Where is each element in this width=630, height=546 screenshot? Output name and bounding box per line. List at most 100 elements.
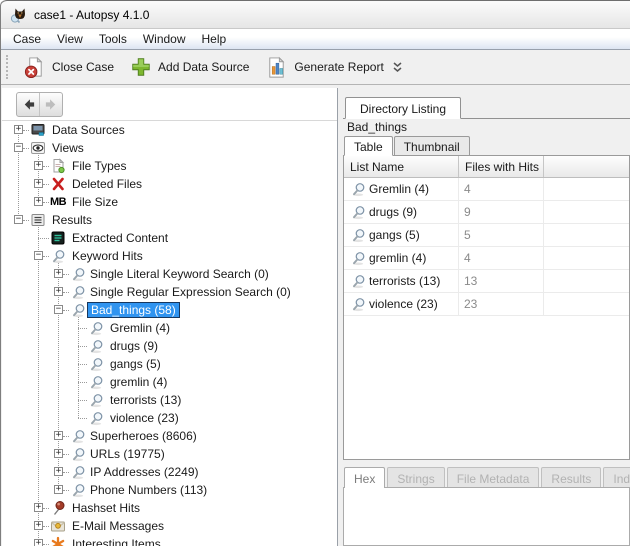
expand-plus-toggle[interactable]: + <box>34 161 43 170</box>
collapse-minus-toggle[interactable]: − <box>14 143 23 152</box>
tab-thumbnail[interactable]: Thumbnail <box>394 136 470 155</box>
collapse-minus-toggle[interactable]: − <box>34 251 43 260</box>
tree-item-hashset-hits[interactable]: +Hashset Hits <box>2 499 337 517</box>
menu-window[interactable]: Window <box>135 30 194 48</box>
result-path-label: Bad_things <box>343 119 630 135</box>
title-bar: case1 - Autopsy 4.1.0 <box>1 0 630 29</box>
tree-guide-line <box>78 328 87 329</box>
tree-item-urls-19775[interactable]: +URLs (19775) <box>2 445 337 463</box>
tree-guide-line <box>43 544 49 545</box>
collapse-minus-toggle[interactable]: − <box>54 305 63 314</box>
tree-item-file-size[interactable]: +MBFile Size <box>2 193 337 211</box>
search-icon <box>88 392 104 408</box>
tab-directory-listing[interactable]: Directory Listing <box>345 97 461 119</box>
expand-plus-toggle[interactable]: + <box>34 197 43 206</box>
search-icon <box>351 274 366 289</box>
tree-item-interesting-items[interactable]: + Interesting Items <box>2 535 337 546</box>
deleted-files-icon <box>50 176 66 192</box>
tree-guide-line <box>63 490 69 491</box>
tree-item-bad-things-58[interactable]: −Bad_things (58) <box>2 301 337 319</box>
tree-item-results[interactable]: −Results <box>2 211 337 229</box>
column-header-list-name[interactable]: List Name <box>344 156 459 177</box>
view-tab-strip: Table Thumbnail <box>343 135 630 156</box>
tree-item-label: gangs (5) <box>110 357 161 371</box>
tree-item-ip-addresses-2249[interactable]: +IP Addresses (2249) <box>2 463 337 481</box>
menu-view[interactable]: View <box>49 30 91 48</box>
result-panel: Directory Listing Bad_things Table Thumb… <box>343 88 630 546</box>
menu-tools[interactable]: Tools <box>91 30 135 48</box>
expand-plus-toggle[interactable]: + <box>54 431 63 440</box>
column-header-filler <box>544 156 629 177</box>
tree-item-file-types[interactable]: + File Types <box>2 157 337 175</box>
tree-item-deleted-files[interactable]: + Deleted Files <box>2 175 337 193</box>
forward-button[interactable] <box>39 93 62 116</box>
tree-item-data-sources[interactable]: +Data Sources <box>2 121 337 139</box>
table-row[interactable]: drugs (9)9 <box>344 201 629 224</box>
expand-plus-toggle[interactable]: + <box>54 449 63 458</box>
expand-plus-toggle[interactable]: + <box>54 485 63 494</box>
tree-guide-line <box>43 184 49 185</box>
tree-item-single-regular-expression-search-0[interactable]: +Single Regular Expression Search (0) <box>2 283 337 301</box>
tree-item-terrorists-13[interactable]: terrorists (13) <box>2 391 337 409</box>
table-row[interactable]: Gremlin (4)4 <box>344 178 629 201</box>
expand-plus-toggle[interactable]: + <box>54 287 63 296</box>
back-button[interactable] <box>17 93 39 116</box>
tree-item-drugs-9[interactable]: drugs (9) <box>2 337 337 355</box>
search-icon <box>88 356 104 372</box>
tree-guide-line <box>63 454 69 455</box>
tab-hex[interactable]: Hex <box>344 467 385 488</box>
tree-item-views[interactable]: −Views <box>2 139 337 157</box>
tree-item-gangs-5[interactable]: gangs (5) <box>2 355 337 373</box>
list-name-cell: Gremlin (4) <box>369 182 429 196</box>
tree-item-label: Deleted Files <box>72 177 142 191</box>
tree-item-extracted-content[interactable]: Extracted Content <box>2 229 337 247</box>
generate-report-button[interactable]: Generate Report <box>259 54 412 81</box>
tree-item-superheroes-8606[interactable]: +Superheroes (8606) <box>2 427 337 445</box>
tree-guide-line <box>63 310 69 311</box>
email-icon <box>50 518 66 534</box>
tree-item-gremlin-4[interactable]: Gremlin (4) <box>2 319 337 337</box>
expand-plus-toggle[interactable]: + <box>34 179 43 188</box>
expand-plus-toggle[interactable]: + <box>34 503 43 512</box>
tree-guide-line <box>38 238 49 239</box>
table-row[interactable]: gangs (5)5 <box>344 224 629 247</box>
tree-item-phone-numbers-113[interactable]: +Phone Numbers (113) <box>2 481 337 499</box>
expand-plus-toggle[interactable]: + <box>54 269 63 278</box>
add-data-source-button[interactable]: Add Data Source <box>124 54 259 80</box>
collapse-minus-toggle[interactable]: − <box>14 215 23 224</box>
tree-item-keyword-hits[interactable]: − Keyword Hits <box>2 247 337 265</box>
expand-plus-toggle[interactable]: + <box>34 539 43 546</box>
double-chevron-down-icon[interactable] <box>392 61 403 74</box>
search-icon <box>70 428 86 444</box>
extracted-content-icon <box>50 230 66 246</box>
tree-guide-line <box>43 256 49 257</box>
tree-item-single-literal-keyword-search-0[interactable]: +Single Literal Keyword Search (0) <box>2 265 337 283</box>
main-split: +Data Sources−Views + File Types + Deleted F… <box>2 88 630 546</box>
tree-item-label: Keyword Hits <box>72 249 143 263</box>
tree-item-violence-23[interactable]: violence (23) <box>2 409 337 427</box>
menu-case[interactable]: Case <box>5 30 49 48</box>
tree-guide-line <box>78 400 87 401</box>
table-row[interactable]: terrorists (13)13 <box>344 270 629 293</box>
close-case-button[interactable]: Close Case <box>17 54 124 81</box>
tree-item-gremlin-4[interactable]: gremlin (4) <box>2 373 337 391</box>
app-window: case1 - Autopsy 4.1.0 CaseViewToolsWindo… <box>0 0 630 546</box>
search-icon <box>70 284 86 300</box>
search-icon <box>88 374 104 390</box>
table-body: Gremlin (4)4drugs (9)9gangs (5)5gremlin … <box>344 178 629 316</box>
menu-help[interactable]: Help <box>194 30 235 48</box>
toolbar-drag-handle[interactable] <box>6 55 11 79</box>
column-header-files-with-hits[interactable]: Files with Hits <box>459 156 544 177</box>
tree-item-label: Interesting Items <box>72 537 161 546</box>
table-row[interactable]: violence (23)23 <box>344 293 629 316</box>
tree-item-e-mail-messages[interactable]: +E-Mail Messages <box>2 517 337 535</box>
expand-plus-toggle[interactable]: + <box>54 467 63 476</box>
tree-item-label: File Types <box>72 159 126 173</box>
expand-plus-toggle[interactable]: + <box>34 521 43 530</box>
table-row[interactable]: gremlin (4)4 <box>344 247 629 270</box>
file-types-icon <box>50 158 66 174</box>
tab-file-metadata: File Metadata <box>447 467 540 487</box>
tree-nav-bar <box>2 88 337 121</box>
tab-table[interactable]: Table <box>344 136 393 156</box>
expand-plus-toggle[interactable]: + <box>14 125 23 134</box>
